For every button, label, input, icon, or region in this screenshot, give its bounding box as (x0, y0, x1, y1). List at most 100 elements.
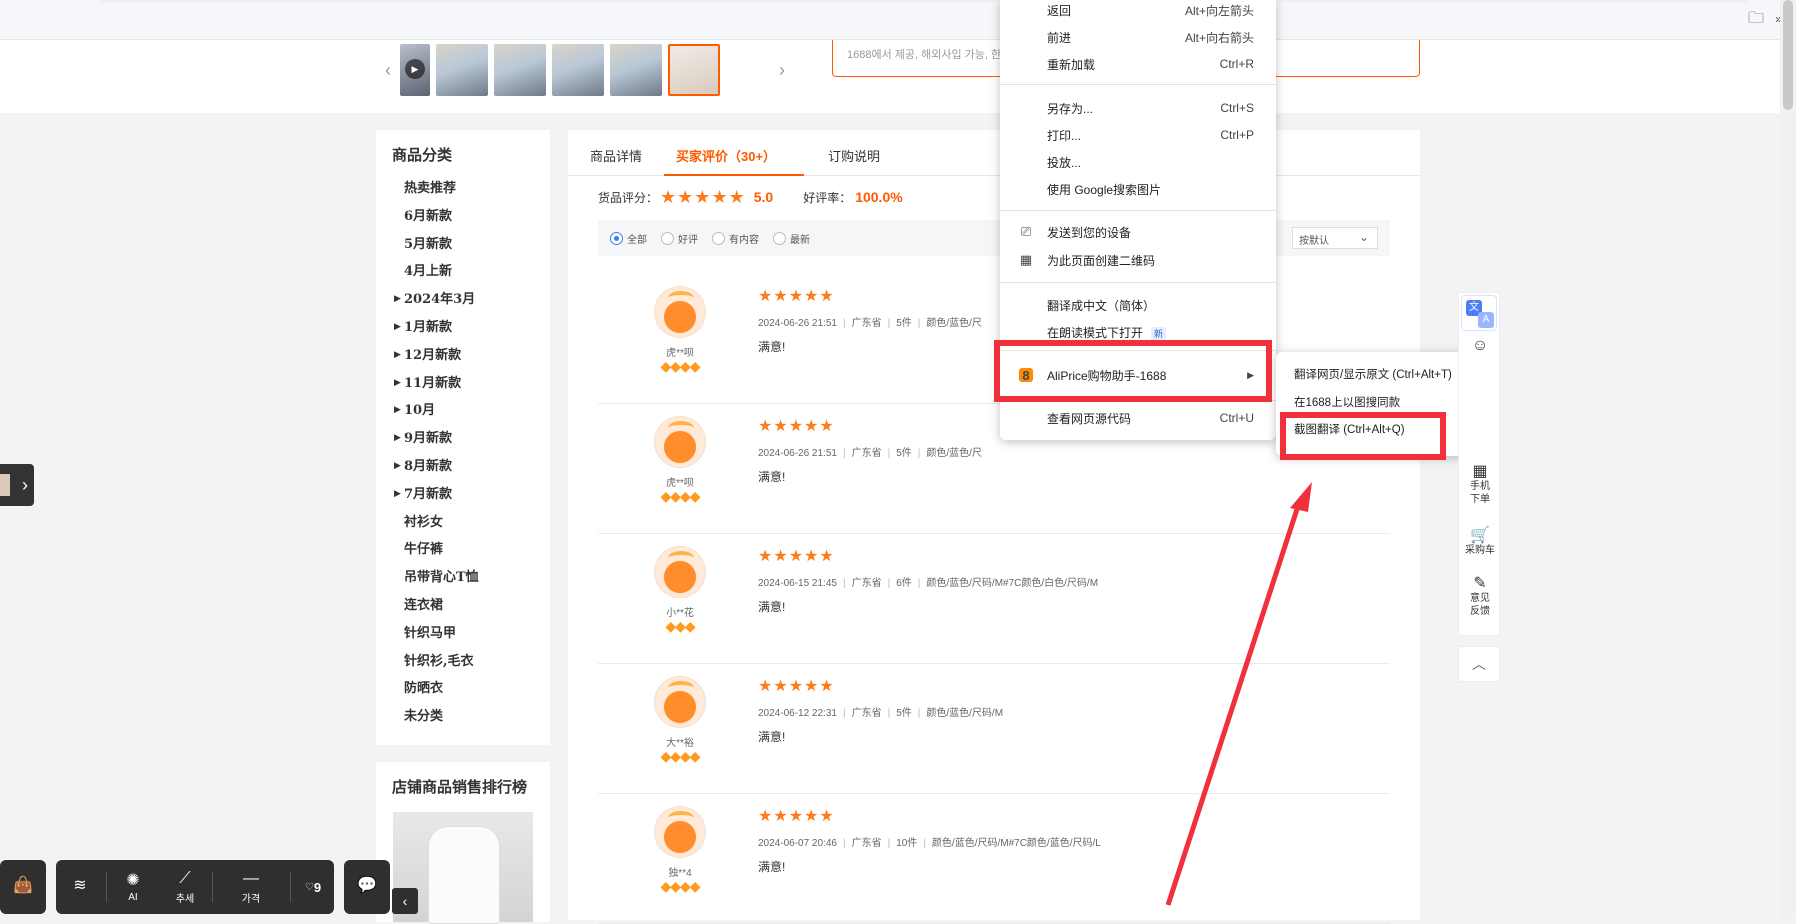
menu-item-forward[interactable]: 前进 Alt+向右箭头 (1000, 25, 1276, 49)
menu-item-translate[interactable]: 翻译成中文（简体） (1000, 293, 1276, 317)
star-icon: ★ (758, 808, 773, 825)
trend-icon: ⟋ (179, 869, 191, 887)
submenu-translate-page[interactable]: 翻译网页/显示原文 (Ctrl+Alt+T) (1294, 366, 1452, 382)
home-button[interactable]: ≋ (56, 860, 104, 914)
tab-buyer-reviews[interactable]: 买家评价（30+） (676, 146, 776, 165)
page-scrollbar[interactable] (1780, 0, 1796, 918)
reviewer-nickname: 小**花 (666, 608, 694, 619)
category-item[interactable]: 4月上新 (392, 258, 550, 286)
filter-latest[interactable]: 最新 (773, 231, 810, 246)
menu-item-google-image-search[interactable]: 使用 Google搜索图片 (1000, 177, 1276, 201)
folder-icon[interactable]: 🗀 (1746, 10, 1766, 30)
category-item[interactable]: 防晒衣 (392, 675, 550, 703)
menu-separator (1000, 84, 1276, 85)
favorite-button[interactable]: ♡ 9 (292, 860, 334, 914)
toolbar-divider (290, 872, 291, 902)
price-button[interactable]: — 가격 (214, 860, 288, 914)
menu-item-print[interactable]: 打印... Ctrl+P (1000, 123, 1276, 147)
category-item[interactable]: 连衣裙 (392, 592, 550, 620)
meta-separator: | (887, 318, 891, 329)
category-item[interactable]: ▶ 8月新款 (392, 453, 550, 481)
thumb-next-icon[interactable]: › (770, 42, 794, 98)
category-item[interactable]: ▶ 1月新款 (392, 314, 550, 342)
trend-label: 추세 (175, 893, 195, 905)
star-icon: ★ (758, 548, 773, 565)
bottom-bag-button[interactable]: 👜 (0, 860, 46, 914)
sort-select[interactable]: 按默认 ⌄ (1292, 227, 1378, 249)
meta-separator: | (842, 448, 846, 459)
left-float-tab[interactable]: › (0, 464, 34, 506)
radio-icon[interactable] (661, 231, 674, 245)
menu-item-send-to-device[interactable]: ⎚ 发送到您的设备 (1000, 220, 1276, 244)
translate-icon[interactable] (1461, 295, 1497, 331)
radio-icon[interactable] (610, 231, 623, 245)
diamond-icon: ◆ (670, 488, 681, 504)
category-item[interactable]: 6月新款 (392, 203, 550, 231)
radio-icon[interactable] (773, 231, 786, 245)
category-item[interactable]: ▶ 2024年3月 (392, 286, 550, 314)
diamond-icon: ◆ (660, 358, 671, 374)
menu-item-back[interactable]: 返回 Alt+向左箭头 (1000, 0, 1276, 22)
category-item[interactable]: 未分类 (392, 703, 550, 731)
trend-button[interactable]: ⟋ 추세 (160, 860, 210, 914)
product-thumbnail-active[interactable] (668, 44, 720, 96)
category-item[interactable]: 针织马甲 (392, 620, 550, 648)
thumb-prev-icon[interactable]: ‹ (376, 42, 400, 98)
category-item[interactable]: ▶ 9月新款 (392, 425, 550, 453)
side-tool-cart[interactable]: 🛒 采购车 (1459, 528, 1501, 557)
menu-item-save-as[interactable]: 另存为... Ctrl+S (1000, 96, 1276, 120)
category-item[interactable]: 热卖推荐 (392, 175, 550, 203)
bottom-chat-button[interactable]: 💬 (344, 860, 390, 914)
star-icon: ★ (819, 288, 834, 305)
category-label: 5月新款 (404, 236, 453, 252)
submenu-image-search[interactable]: 在1688上以图搜同款 (1294, 394, 1400, 410)
category-item[interactable]: ▶ 11月新款 (392, 370, 550, 398)
diamond-icon: ◆ (670, 748, 681, 764)
product-thumbnail[interactable] (610, 44, 662, 96)
category-item[interactable]: 吊带背心T恤 (392, 564, 550, 592)
menu-item-reload[interactable]: 重新加载 Ctrl+R (1000, 52, 1276, 76)
menu-item-cast[interactable]: 投放... (1000, 150, 1276, 174)
product-thumbnail[interactable] (436, 44, 488, 96)
star-icon: ★ (758, 418, 773, 435)
category-label: 连衣裙 (404, 597, 444, 613)
category-item[interactable]: ▶ 7月新款 (392, 481, 550, 509)
category-item[interactable]: 衬衫女 (392, 509, 550, 537)
category-label: 针织马甲 (404, 625, 457, 641)
menu-separator (1000, 282, 1276, 283)
collapse-toolbar-button[interactable]: ‹ (392, 888, 418, 914)
chat-icon[interactable]: ☺ (1459, 338, 1501, 354)
filter-label: 最新 (790, 234, 810, 246)
star-icon: ★ (819, 548, 834, 565)
ai-button[interactable]: ✺ AI (108, 860, 158, 914)
video-thumbnail[interactable] (400, 44, 430, 96)
review-qty: 5件 (896, 318, 912, 329)
tab-product-detail[interactable]: 商品详情 (590, 146, 642, 165)
category-title: 商品分类 (392, 147, 453, 164)
product-thumbnail[interactable] (494, 44, 546, 96)
scrollbar-thumb[interactable] (1783, 0, 1793, 110)
menu-item-view-source[interactable]: 查看网页源代码 Ctrl+U (1000, 406, 1276, 430)
menu-item-qr-code[interactable]: ▦ 为此页面创建二维码 (1000, 248, 1276, 272)
filter-with-content[interactable]: 有内容 (712, 231, 759, 246)
category-label: 吊带背心T恤 (404, 570, 479, 586)
category-item[interactable]: 针织衫,毛衣 (392, 648, 550, 676)
star-icon: ★ (773, 678, 788, 695)
category-label: 未分类 (404, 709, 444, 725)
side-tool-feedback[interactable]: ✎ 意见 反馈 (1459, 576, 1501, 618)
back-to-top-button[interactable]: ︿ (1458, 646, 1500, 682)
tab-order-notes[interactable]: 订购说明 (828, 146, 880, 165)
category-item[interactable]: 5月新款 (392, 231, 550, 259)
category-item[interactable]: ▶ 10月 (392, 397, 550, 425)
review-stars: ★★★★★ (758, 808, 835, 826)
star-icon: ★ (677, 187, 694, 207)
chevron-left-icon: ‹ (402, 893, 408, 909)
side-tool-mobile-order[interactable]: ▦ 手机 下单 (1459, 464, 1501, 506)
menu-label: 查看网页源代码 (1047, 411, 1132, 426)
category-item[interactable]: ▶ 12月新款 (392, 342, 550, 370)
filter-positive[interactable]: 好评 (661, 231, 698, 246)
category-item[interactable]: 牛仔裤 (392, 536, 550, 564)
radio-icon[interactable] (712, 231, 725, 245)
product-thumbnail[interactable] (552, 44, 604, 96)
filter-all[interactable]: 全部 (610, 231, 647, 246)
